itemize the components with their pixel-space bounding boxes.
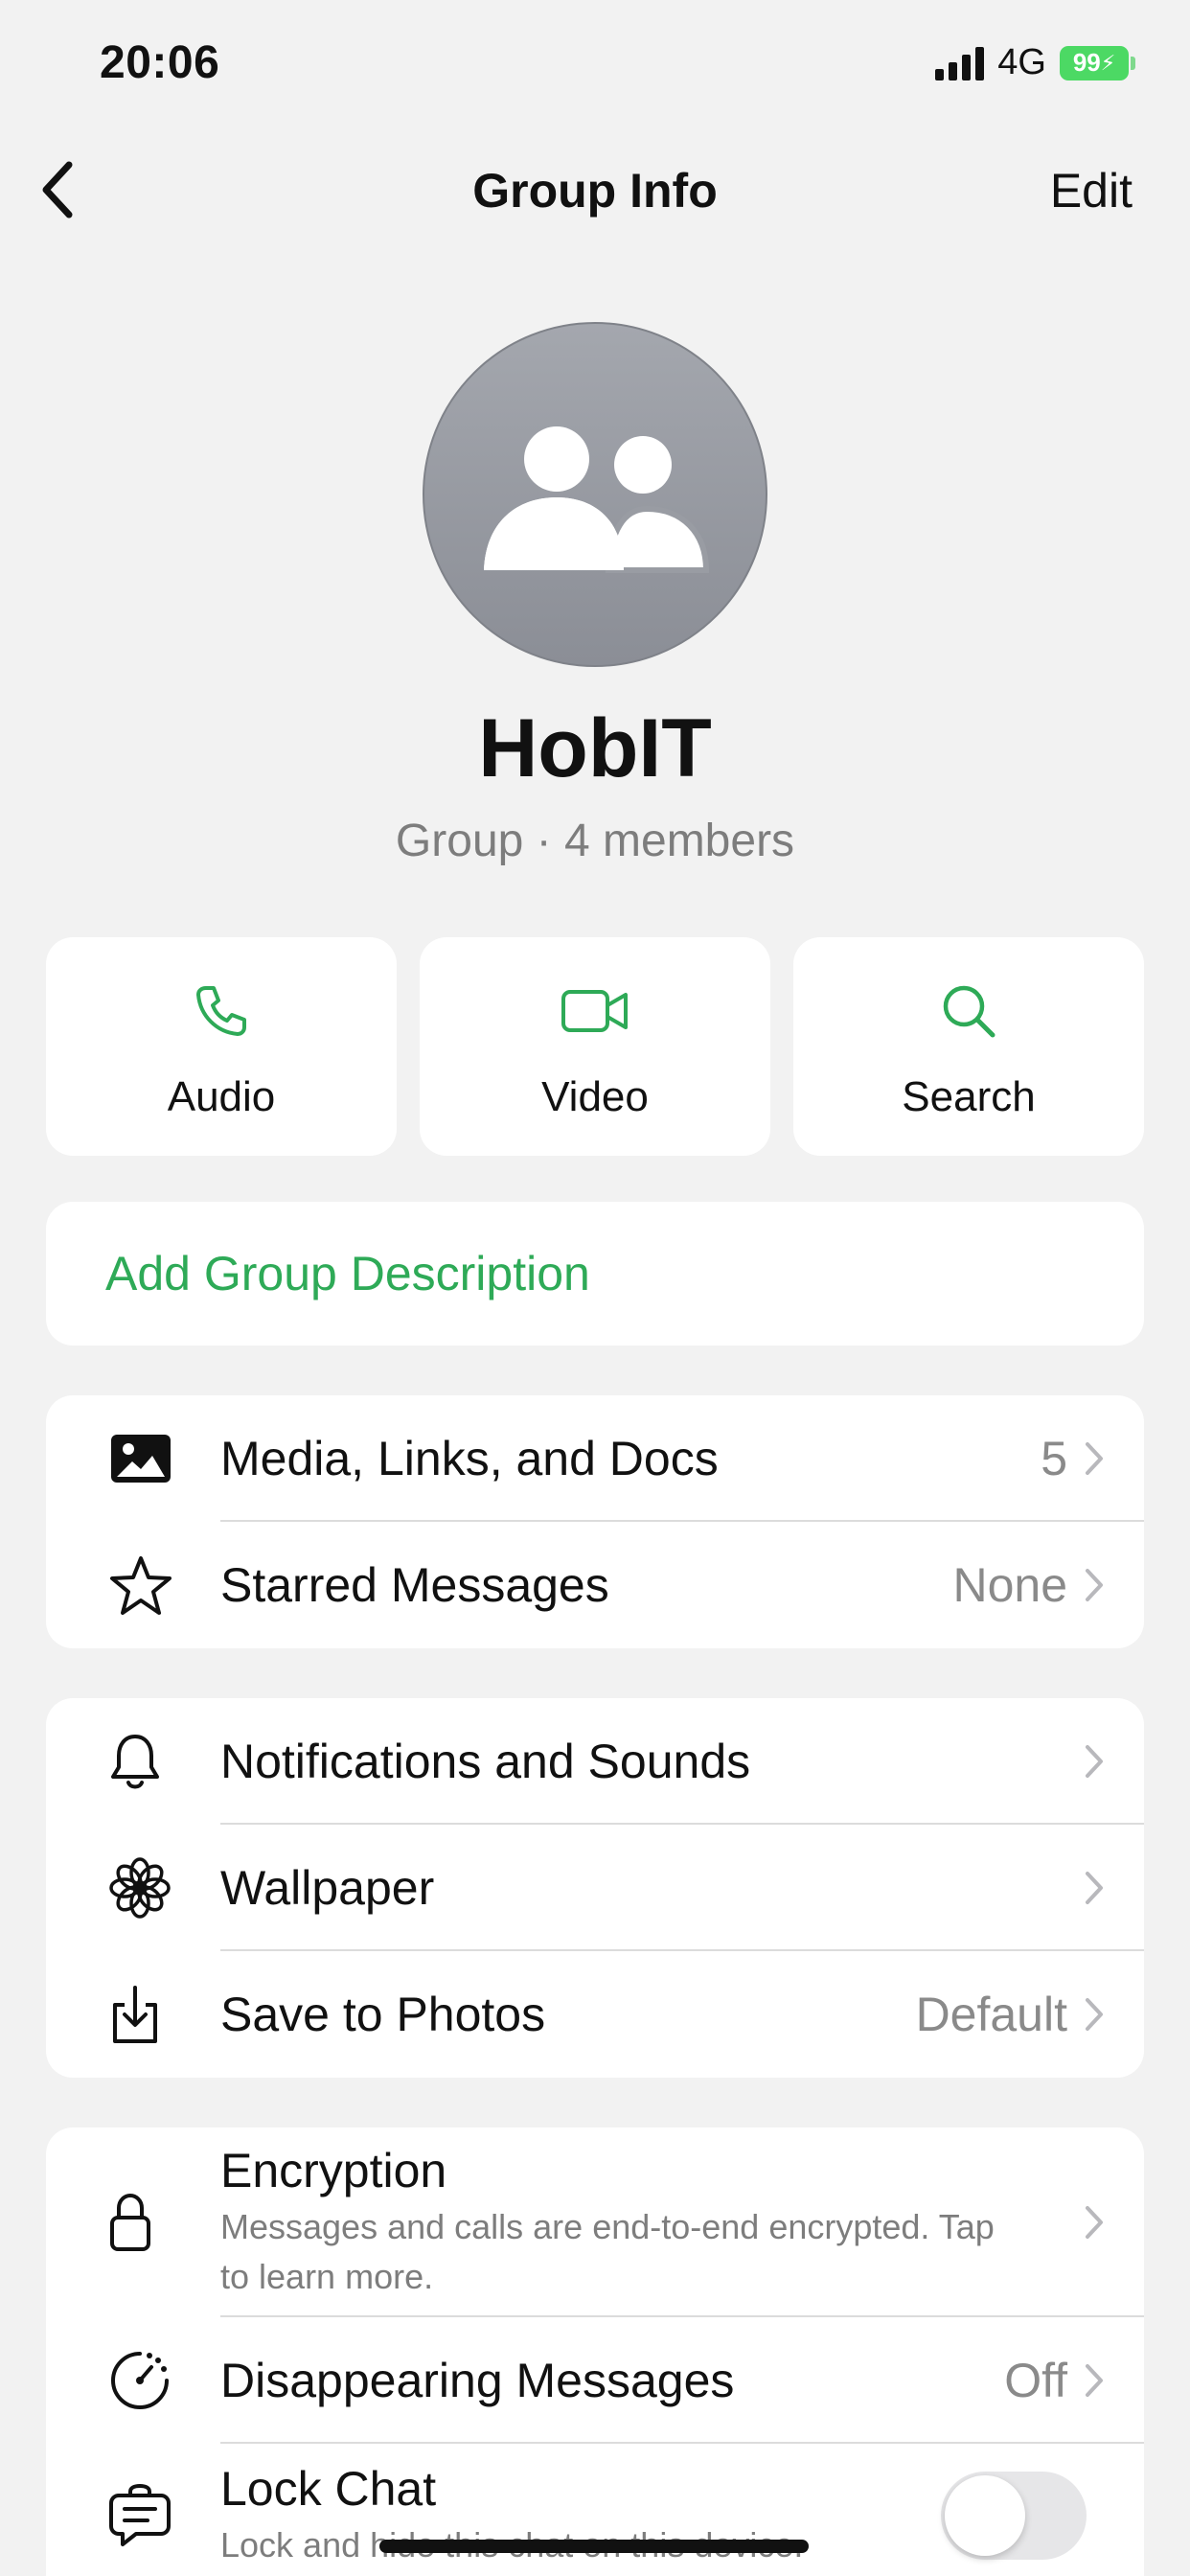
group-name: HobIT bbox=[478, 702, 712, 794]
row-label: Save to Photos bbox=[220, 1988, 546, 2041]
page-title: Group Info bbox=[472, 164, 718, 218]
row-label: Encryption bbox=[220, 2144, 447, 2197]
search-label: Search bbox=[902, 1073, 1036, 1120]
add-group-description-button[interactable]: Add Group Description bbox=[46, 1202, 1144, 1346]
chevron-right-icon bbox=[1086, 1998, 1103, 2031]
magnifier-icon bbox=[943, 985, 995, 1038]
chevron-right-icon bbox=[1086, 1442, 1103, 1475]
settings-section: Notifications and Sounds Wallpaper Save … bbox=[46, 1698, 1144, 2078]
group-avatar-icon bbox=[484, 426, 710, 573]
toggle-knob bbox=[945, 2475, 1025, 2556]
lock-chat-toggle[interactable] bbox=[941, 2472, 1087, 2560]
group-info-screen: 20:06 4G 99 ⚡ Group Info Edit HobIT Group… bbox=[0, 0, 1190, 2576]
row-label: Notifications and Sounds bbox=[220, 1735, 751, 1788]
row-label: Disappearing Messages bbox=[220, 2354, 735, 2407]
audio-label: Audio bbox=[167, 1073, 276, 1120]
battery-level: 99 bbox=[1072, 48, 1101, 77]
encryption-row[interactable]: Encryption Messages and calls are end-to… bbox=[46, 2128, 1144, 2317]
video-call-button[interactable]: Video bbox=[420, 937, 770, 1156]
save-to-photos-value: Default bbox=[915, 1988, 1067, 2041]
group-subtitle: Group · 4 members bbox=[395, 816, 795, 866]
chevron-right-icon bbox=[1086, 2206, 1103, 2239]
row-label: Wallpaper bbox=[220, 1861, 435, 1915]
row-label: Starred Messages bbox=[220, 1558, 609, 1612]
lock-chat-row[interactable]: Lock Chat Lock and hide this chat on thi… bbox=[46, 2444, 1144, 2576]
starred-messages-row[interactable]: Starred Messages None bbox=[46, 1522, 1144, 1648]
starred-value: None bbox=[952, 1558, 1067, 1612]
flower-icon bbox=[109, 1857, 171, 1919]
chat-lock-icon bbox=[109, 2484, 171, 2546]
save-to-photos-row[interactable]: Save to Photos Default bbox=[46, 1951, 1144, 2078]
media-links-docs-row[interactable]: Media, Links, and Docs 5 bbox=[46, 1395, 1144, 1522]
media-count: 5 bbox=[1041, 1432, 1067, 1485]
chevron-right-icon bbox=[1086, 1745, 1103, 1778]
status-time: 20:06 bbox=[100, 37, 220, 88]
battery-icon: 99 ⚡ bbox=[1060, 45, 1135, 80]
chevron-right-icon bbox=[1086, 1872, 1103, 1904]
download-icon bbox=[113, 1986, 157, 2043]
phone-icon bbox=[196, 986, 246, 1036]
privacy-section: Encryption Messages and calls are end-to… bbox=[46, 2128, 1144, 2576]
video-label: Video bbox=[541, 1073, 649, 1120]
image-icon bbox=[111, 1435, 171, 1483]
audio-call-button[interactable]: Audio bbox=[46, 937, 397, 1156]
row-label: Lock Chat bbox=[220, 2462, 437, 2516]
status-indicators: 4G 99 ⚡ bbox=[935, 42, 1135, 83]
group-avatar[interactable] bbox=[423, 322, 767, 667]
home-indicator[interactable] bbox=[379, 2540, 809, 2553]
chevron-right-icon bbox=[1086, 2364, 1103, 2397]
disappearing-value: Off bbox=[1004, 2354, 1067, 2407]
search-button[interactable]: Search bbox=[793, 937, 1144, 1156]
star-icon bbox=[110, 1556, 172, 1615]
signal-icon bbox=[935, 46, 985, 80]
video-camera-icon bbox=[561, 990, 628, 1032]
wallpaper-row[interactable]: Wallpaper bbox=[46, 1825, 1144, 1951]
lock-icon bbox=[110, 2193, 150, 2251]
action-buttons: Audio Video Search bbox=[46, 937, 1144, 1156]
encryption-subtitle: Messages and calls are end-to-end encryp… bbox=[220, 2207, 995, 2296]
disappearing-messages-row[interactable]: Disappearing Messages Off bbox=[46, 2317, 1144, 2444]
row-label: Media, Links, and Docs bbox=[220, 1432, 719, 1485]
media-section: Media, Links, and Docs 5 Starred Message… bbox=[46, 1395, 1144, 1648]
network-type: 4G bbox=[997, 42, 1046, 82]
notifications-row[interactable]: Notifications and Sounds bbox=[46, 1698, 1144, 1825]
timer-icon bbox=[111, 2352, 169, 2409]
edit-button[interactable]: Edit bbox=[1050, 163, 1133, 218]
bell-icon bbox=[111, 1735, 159, 1789]
chevron-right-icon bbox=[1086, 1569, 1103, 1601]
